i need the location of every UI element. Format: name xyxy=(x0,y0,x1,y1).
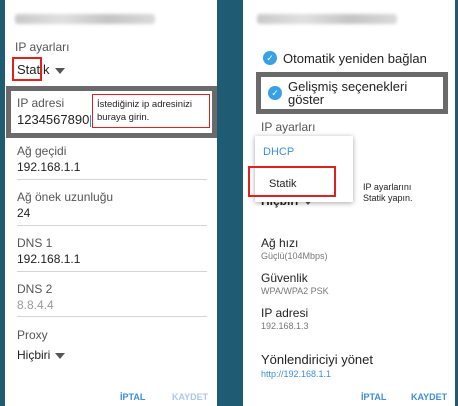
network-speed-label: Ağ hızı xyxy=(261,236,299,250)
cancel-button[interactable]: İPTAL xyxy=(361,392,386,402)
network-name-blurred xyxy=(15,14,155,24)
proxy-value: Hiçbiri xyxy=(17,348,51,362)
manage-router-link[interactable]: http://192.168.1.1 xyxy=(261,369,331,379)
static-note-line2: Statik yapın. xyxy=(363,193,413,203)
proxy-label: Proxy xyxy=(17,328,48,342)
static-note-line1: IP ayarlarını xyxy=(363,182,412,192)
checkmark-icon: ✓ xyxy=(271,88,279,98)
advanced-options-panel: ✓ Otomatik yeniden bağlan ✓ Gelişmiş seç… xyxy=(243,0,455,406)
cancel-button[interactable]: İPTAL xyxy=(120,392,145,402)
network-speed-value: Güçlü(104Mbps) xyxy=(261,251,328,261)
save-button[interactable]: KAYDET xyxy=(411,392,447,402)
advanced-options-label: Gelişmiş seçenekleri göster xyxy=(288,80,407,106)
static-ip-settings-panel: IP ayarları Statik IP adresi 1234567890 … xyxy=(5,0,217,406)
chevron-down-icon xyxy=(54,67,65,74)
dns1-input[interactable]: 192.168.1.1 xyxy=(17,252,80,266)
divider xyxy=(17,316,207,317)
highlight-hint-box xyxy=(92,94,210,128)
highlight-static-selection xyxy=(12,57,42,81)
divider xyxy=(17,225,207,226)
dns2-label: DNS 2 xyxy=(17,282,53,296)
highlight-static-option xyxy=(248,166,336,197)
ip-address-value: 1234567890 xyxy=(17,112,90,127)
ip-address-value: 192.168.1.3 xyxy=(261,321,309,331)
chevron-down-icon xyxy=(55,352,66,359)
dns2-input[interactable]: 8.8.4.4 xyxy=(17,298,54,312)
ip-address-label: IP adresi xyxy=(17,96,65,110)
save-button[interactable]: KAYDET xyxy=(172,392,208,402)
advanced-options-checkbox[interactable]: ✓ xyxy=(268,86,282,100)
ip-settings-label: IP ayarları xyxy=(15,40,70,54)
prefix-length-input[interactable]: 24 xyxy=(17,206,30,220)
ip-address-input[interactable]: 1234567890 xyxy=(17,112,92,127)
network-name-blurred xyxy=(257,14,397,24)
security-value: WPA/WPA2 PSK xyxy=(261,286,329,296)
divider xyxy=(17,271,207,272)
security-label: Güvenlik xyxy=(261,271,308,285)
gateway-label: Ağ geçidi xyxy=(17,144,67,158)
proxy-dropdown[interactable]: Hiçbiri xyxy=(17,348,66,362)
ip-settings-label: IP ayarları xyxy=(261,120,316,134)
static-note: IP ayarlarını Statik yapın. xyxy=(363,182,413,204)
divider xyxy=(17,179,207,180)
checkmark-icon: ✓ xyxy=(266,53,274,63)
dns1-label: DNS 1 xyxy=(17,236,53,250)
option-dhcp[interactable]: DHCP xyxy=(263,146,294,158)
prefix-length-label: Ağ önek uzunluğu xyxy=(17,190,114,204)
auto-reconnect-label: Otomatik yeniden bağlan xyxy=(283,51,427,66)
auto-reconnect-checkbox[interactable]: ✓ xyxy=(263,51,277,65)
gateway-input[interactable]: 192.168.1.1 xyxy=(17,160,80,174)
ip-address-label: IP adresi xyxy=(261,306,309,320)
advanced-options-line2: göster xyxy=(288,92,325,107)
manage-router-label: Yönlendiriciyi yönet xyxy=(261,352,374,367)
